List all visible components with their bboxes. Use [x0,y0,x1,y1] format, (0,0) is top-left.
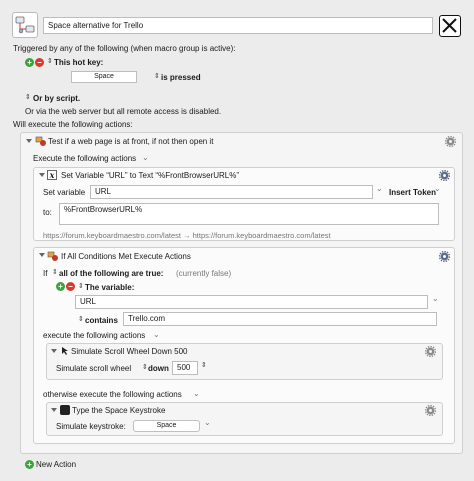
if-condition-icon [47,250,59,262]
gear-icon[interactable] [425,405,436,416]
new-action-icon[interactable]: + [25,460,34,469]
trigger-intro: Triggered by any of the following (when … [13,44,236,53]
preview-text: https://forum.keyboardmaestro.com/latest… [43,231,331,240]
mouse-icon [60,346,69,356]
variable-x-icon: x [47,170,57,180]
disclosure-triangle-icon[interactable] [51,349,57,353]
all-conditions-label[interactable]: all of the following are true: [59,269,163,278]
if-title: If All Conditions Met Execute Actions [61,252,191,261]
macro-icon [12,12,38,38]
trigger-type-updown-icon[interactable]: ⇕ [47,58,53,65]
to-value-field[interactable]: %FrontBrowserURL% [59,203,439,225]
or-by-script: Or by script. [33,94,81,103]
gear-icon[interactable] [439,170,450,181]
gear-icon[interactable] [439,251,450,262]
chevron-down-icon[interactable]: ⌄ [376,184,383,193]
web-server-note: Or via the web server but all remote acc… [25,107,222,116]
to-label: to: [43,208,52,217]
contains-updown-icon[interactable]: ⇕ [78,316,84,323]
scroll-label: Simulate scroll wheel [56,364,132,373]
scroll-action[interactable]: Simulate Scroll Wheel Down 500 Simulate … [46,343,443,380]
execute-label: execute the following actions [43,331,146,340]
scroll-amount-field[interactable]: 500 [172,361,198,375]
condition-mode-updown-icon[interactable]: ⇕ [52,269,58,276]
scroll-direction[interactable]: down [148,364,169,373]
gear-icon[interactable] [425,346,436,357]
condition-status: (currently false) [176,269,232,278]
condition-variable-field[interactable]: URL [75,295,428,309]
keyboard-key-icon [60,405,70,415]
chevron-down-icon[interactable]: ⌄ [434,184,441,193]
script-trigger-updown-icon[interactable]: ⇕ [25,94,31,101]
if-action[interactable]: If All Conditions Met Execute Actions If… [33,247,455,444]
the-variable-label: The variable: [85,283,135,292]
new-action-button[interactable]: New Action [36,460,76,469]
if-label: If [43,269,48,278]
gear-icon[interactable] [445,136,456,147]
chevron-down-icon[interactable]: ⌄ [432,294,439,303]
remove-condition-icon[interactable]: − [66,282,75,291]
condition-type-updown-icon[interactable]: ⇕ [78,283,84,290]
keystroke-field[interactable]: Space [133,420,200,432]
hotkey-field[interactable]: Space [71,71,137,83]
disclosure-triangle-icon[interactable] [51,408,57,412]
disclosure-triangle-icon[interactable] [39,253,45,257]
test-front-title: Test if a web page is at front, if not t… [48,137,214,146]
variable-name-field[interactable]: URL [90,185,373,199]
chevron-down-icon[interactable]: ⌄ [204,418,211,427]
set-variable-action[interactable]: x Set Variable “URL” to Text “%FrontBrow… [33,167,455,241]
chevron-down-icon[interactable]: ⌄ [153,330,160,339]
test-front-action[interactable]: Test if a web page is at front, if not t… [20,132,463,454]
insert-token-button[interactable]: Insert Token [389,188,436,197]
disclosure-triangle-icon[interactable] [26,139,32,143]
keystroke-title: Type the Space Keystroke [72,406,166,415]
actions-intro: Will execute the following actions: [13,120,133,129]
chevron-down-icon[interactable]: ⌄ [193,389,200,398]
otherwise-label: otherwise execute the following actions [43,390,182,399]
remove-trigger-icon[interactable]: − [35,58,44,67]
scroll-title: Simulate Scroll Wheel Down 500 [71,347,188,356]
chevron-down-icon[interactable]: ⌄ [142,153,149,162]
execute-label: Execute the following actions [33,154,137,163]
hotkey-label: This hot key: [54,58,104,67]
hotkey-mode[interactable]: is pressed [161,73,201,82]
add-condition-icon[interactable]: + [56,282,65,291]
keystroke-action[interactable]: Type the Space Keystroke Simulate keystr… [46,402,443,436]
close-icon[interactable] [439,15,461,37]
set-variable-label: Set variable [43,188,86,197]
set-variable-title: Set Variable “URL” to Text “%FrontBrowse… [61,171,239,180]
contains-value-field[interactable]: Trello.com [123,312,437,326]
add-trigger-icon[interactable]: + [25,58,34,67]
scroll-direction-updown-icon[interactable]: ⇕ [142,364,148,371]
macro-group-icon [35,135,47,147]
contains-label[interactable]: contains [85,316,118,325]
scroll-amount-stepper[interactable]: ⇕ [201,362,207,369]
disclosure-triangle-icon[interactable] [39,173,45,177]
keystroke-label: Simulate keystroke: [56,422,126,431]
hotkey-mode-updown-icon[interactable]: ⇕ [154,73,160,80]
macro-name-field[interactable]: Space alternative for Trello [43,17,433,34]
